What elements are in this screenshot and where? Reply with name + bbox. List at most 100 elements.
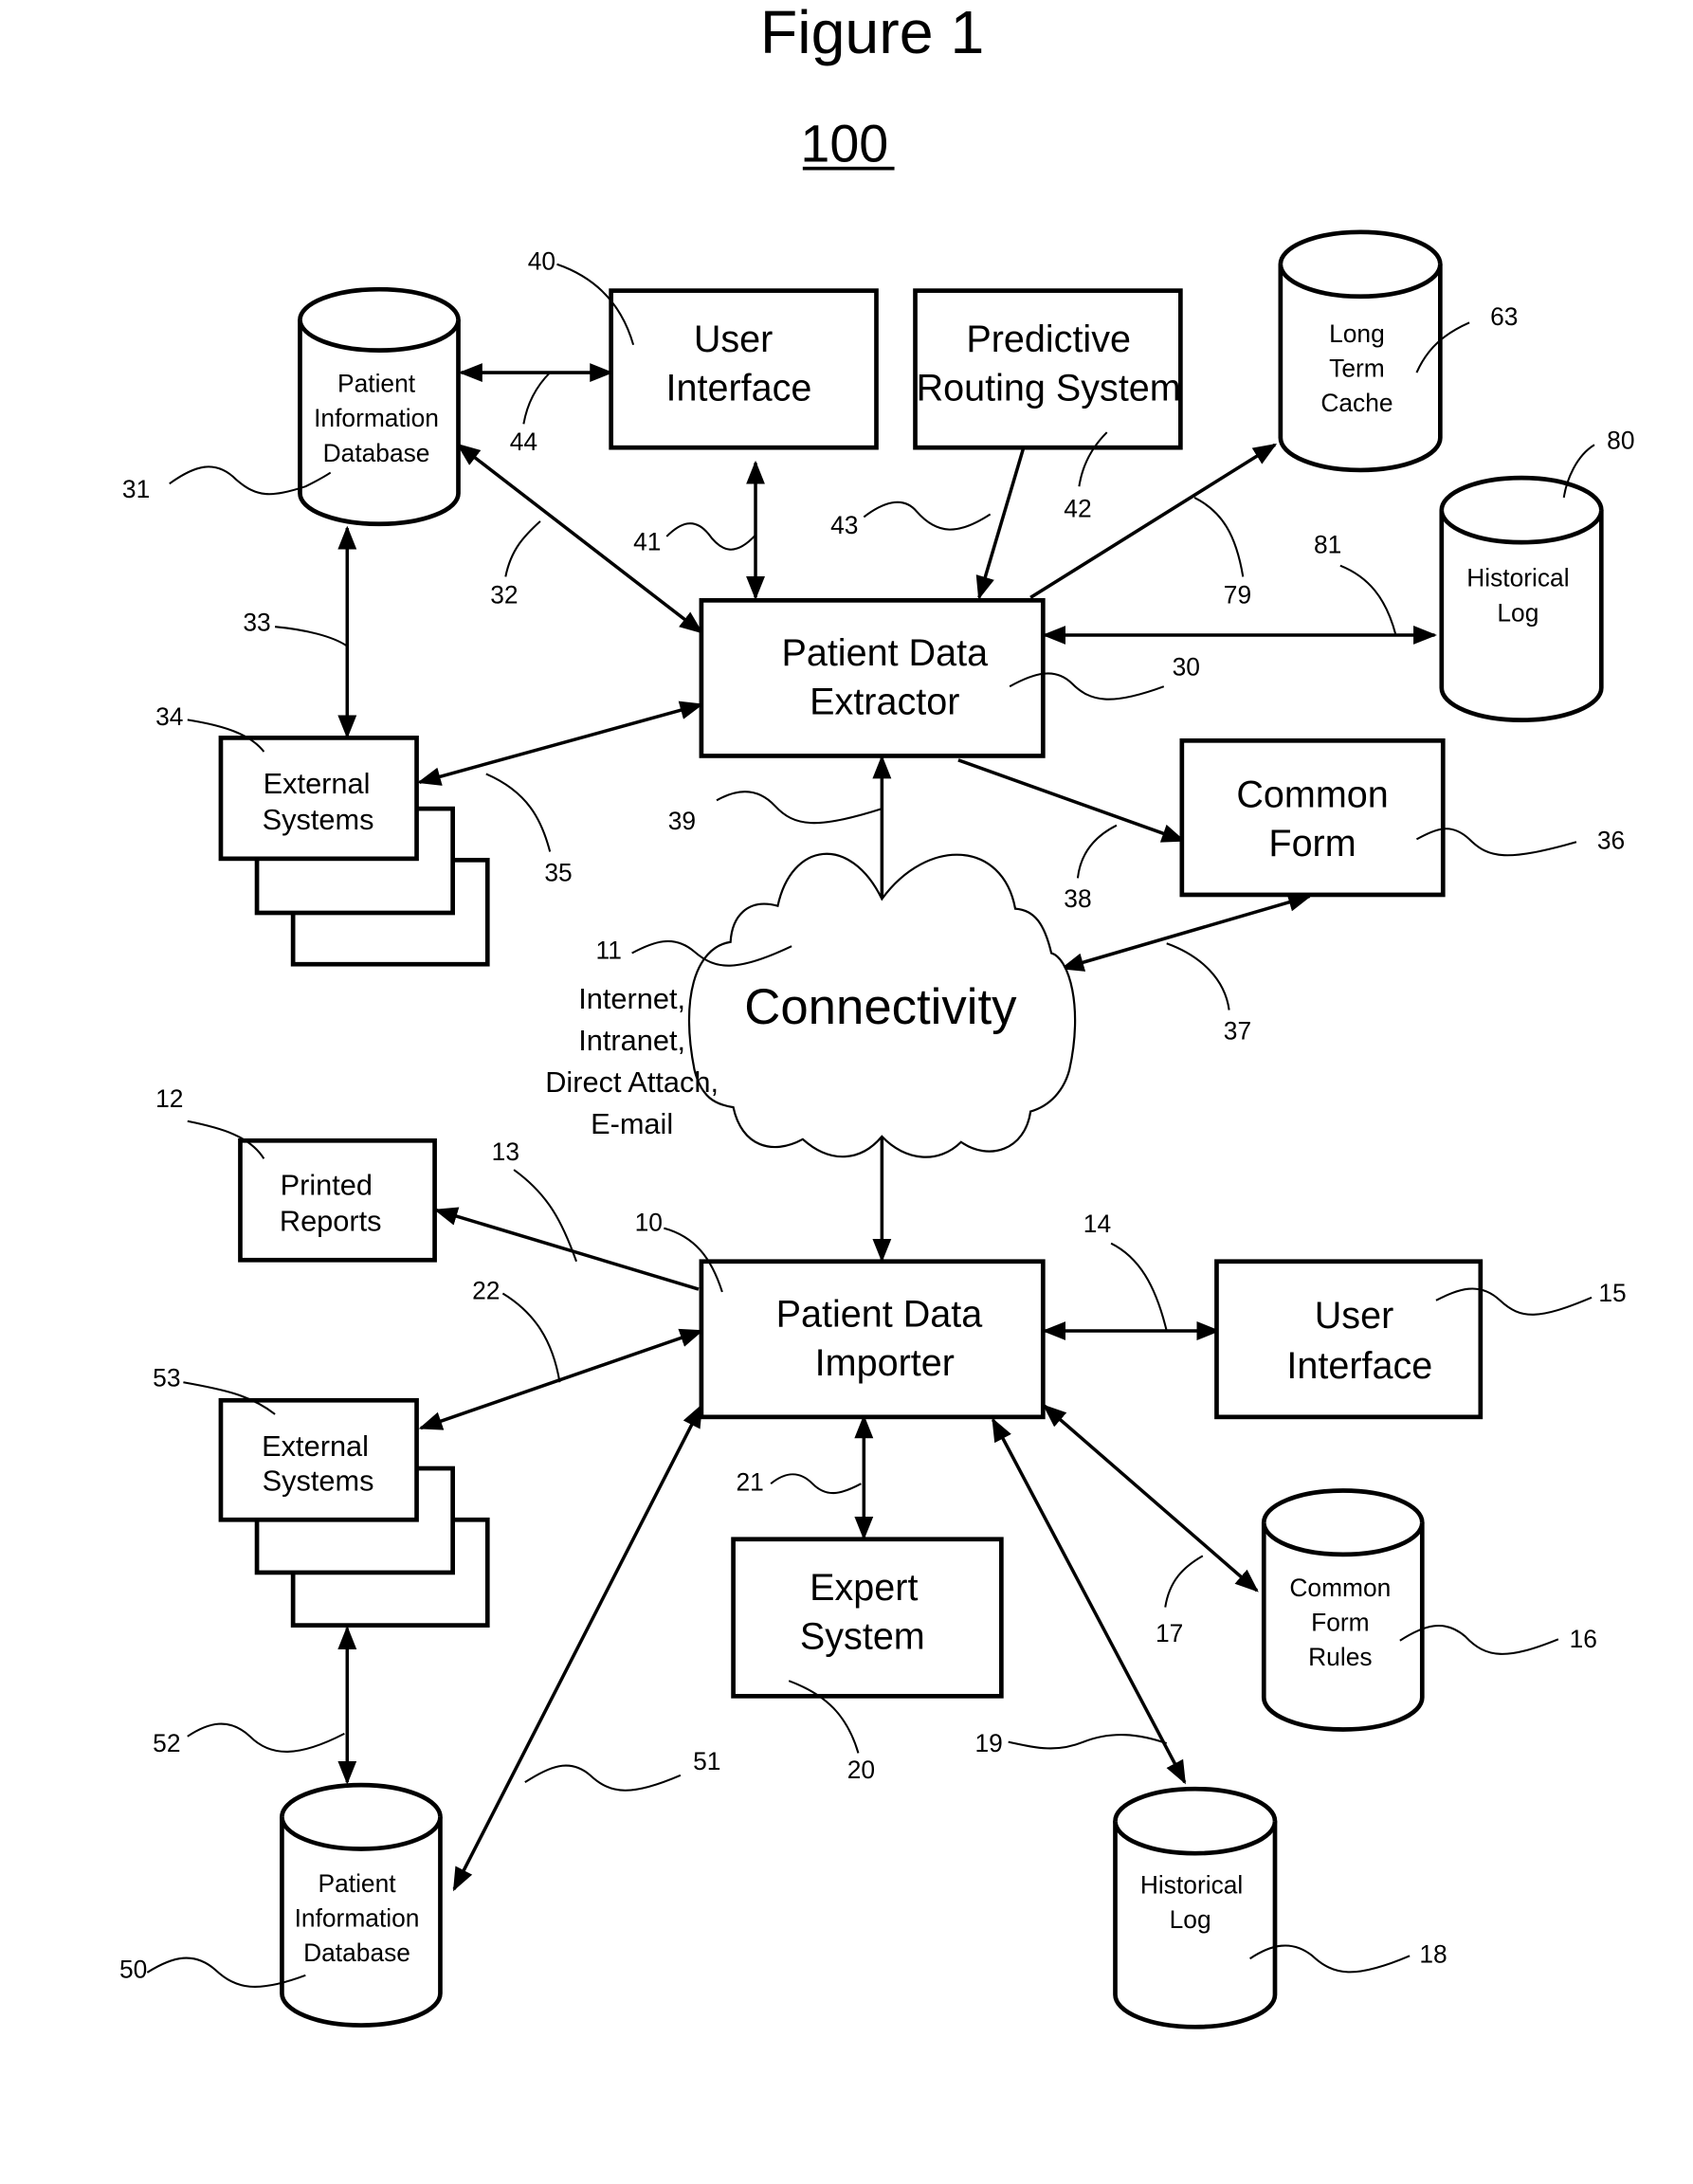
printed-reports-12[interactable]: Printed Reports: [238, 1138, 437, 1263]
component-label: Rules: [1308, 1643, 1372, 1671]
common-form-rules-16[interactable]: Common Form Rules: [1261, 1488, 1425, 1732]
component-label: User: [1315, 1295, 1394, 1337]
ref-numeral-52: 52: [153, 1729, 180, 1757]
connectivity-media: Intranet,: [578, 1024, 685, 1057]
ref-numeral-15: 15: [1598, 1279, 1626, 1307]
component-label: Cache: [1320, 389, 1393, 417]
leader-line: [501, 1292, 561, 1383]
ref-numeral-13: 13: [492, 1138, 519, 1166]
patient-information-database-31[interactable]: Patient Information Database: [298, 286, 461, 527]
cloud-label: Connectivity: [744, 979, 1017, 1035]
component-label: Log: [1170, 1905, 1211, 1934]
ref-numeral-34: 34: [155, 702, 183, 731]
component-label: External: [262, 1429, 369, 1463]
patient-data-extractor-30[interactable]: Patient Data Extractor: [699, 597, 1046, 758]
ref-numeral-37: 37: [1224, 1016, 1251, 1045]
leader-line: [524, 1764, 682, 1792]
expert-system-20[interactable]: Expert System: [731, 1537, 1004, 1699]
common-form-36[interactable]: Common Form: [1179, 737, 1446, 898]
leader-line: [485, 773, 552, 852]
predictive-routing-system-42[interactable]: Predictive Routing System: [913, 288, 1183, 450]
component-label: Extractor: [810, 681, 959, 722]
ref-numeral-17: 17: [1156, 1619, 1183, 1647]
figure-number: 100: [800, 114, 888, 173]
component-label: Patient: [337, 370, 416, 398]
external-systems-34[interactable]: External Systems: [218, 736, 490, 967]
ref-numeral-20: 20: [847, 1756, 875, 1784]
ref-numeral-39: 39: [668, 807, 696, 835]
component-label: Interface: [1286, 1345, 1432, 1387]
component-label: Historical: [1140, 1870, 1243, 1899]
figure-title: Figure 1: [760, 0, 984, 66]
ref-numeral-16: 16: [1570, 1625, 1597, 1653]
historical-log-18[interactable]: Historical Log: [1113, 1786, 1278, 2029]
leader-line: [1076, 824, 1118, 879]
ref-numeral-30: 30: [1173, 652, 1200, 681]
leader-line: [513, 1169, 577, 1263]
leader-line: [770, 1473, 862, 1495]
component-label: Patient: [319, 1869, 397, 1898]
component-label: External: [264, 767, 371, 800]
ref-numeral-14: 14: [1083, 1210, 1111, 1238]
connection-17: [1042, 1404, 1259, 1592]
leader-line: [1166, 942, 1230, 1010]
ref-numeral-31: 31: [122, 475, 150, 503]
ref-numeral-40: 40: [528, 247, 555, 276]
ref-numeral-50: 50: [119, 1956, 147, 1984]
component-label: Patient Data: [781, 632, 988, 674]
component-label: Systems: [263, 803, 374, 836]
component-label: Routing System: [917, 367, 1181, 409]
connectivity-media: E-mail: [591, 1107, 673, 1140]
leader-line: [275, 626, 348, 647]
component-label: Patient Data: [776, 1294, 983, 1336]
connection-43: [975, 446, 1026, 600]
leader-line: [1339, 564, 1397, 636]
patient-data-importer-10[interactable]: Patient Data Importer: [699, 1259, 1046, 1420]
ref-numeral-18: 18: [1419, 1940, 1447, 1969]
leader-line: [1193, 497, 1245, 577]
ref-numeral-22: 22: [472, 1276, 500, 1304]
system-diagram: Figure 1 100 Patient Information Databas…: [119, 0, 1634, 2029]
long-term-cache-63[interactable]: Long Term Cache: [1278, 229, 1443, 473]
ref-numeral-35: 35: [544, 858, 572, 886]
ref-numeral-19: 19: [975, 1729, 1003, 1757]
connection-51: [452, 1403, 703, 1892]
external-systems-53[interactable]: External Systems: [218, 1397, 490, 1628]
user-interface-40[interactable]: User Interface: [609, 288, 879, 450]
patient-information-database-50[interactable]: Patient Information Database: [280, 1782, 443, 2028]
leader-line: [1164, 1555, 1204, 1608]
leader-line: [504, 520, 541, 577]
leader-line: [863, 500, 992, 531]
ref-numeral-32: 32: [490, 580, 518, 609]
component-label: Expert: [810, 1567, 918, 1609]
user-interface-15[interactable]: User Interface: [1214, 1259, 1484, 1420]
component-label: Form: [1311, 1608, 1370, 1636]
ref-numeral-11: 11: [596, 936, 622, 964]
component-label: Database: [303, 1938, 410, 1967]
box-shape: [1179, 737, 1446, 898]
component-label: Form: [1268, 823, 1356, 864]
component-label: Term: [1329, 354, 1385, 382]
historical-log-80[interactable]: Historical Log: [1439, 475, 1604, 722]
connectivity-media: Direct Attach,: [545, 1065, 719, 1099]
component-label: Information: [295, 1904, 420, 1933]
connection-22: [418, 1328, 704, 1430]
ref-numeral-63: 63: [1490, 302, 1518, 331]
ref-numeral-10: 10: [635, 1209, 663, 1237]
ref-numeral-12: 12: [155, 1084, 183, 1113]
component-label: Interface: [666, 367, 812, 409]
connection-37: [1060, 893, 1313, 972]
ref-numeral-81: 81: [1314, 531, 1341, 559]
leader-line: [1008, 1734, 1168, 1750]
component-label: Common: [1289, 1574, 1391, 1602]
component-label: Importer: [815, 1342, 955, 1384]
ref-numeral-53: 53: [153, 1364, 180, 1392]
leader-line: [716, 791, 883, 825]
connection-38: [957, 758, 1186, 843]
box-shape: [699, 597, 1046, 758]
connection-35: [417, 701, 704, 786]
ref-numeral-36: 36: [1597, 827, 1625, 855]
component-label: Common: [1236, 774, 1388, 816]
connectivity-cloud-11[interactable]: Connectivity Internet, Intranet, Direct …: [545, 852, 1077, 1158]
ref-numeral-79: 79: [1224, 580, 1251, 609]
